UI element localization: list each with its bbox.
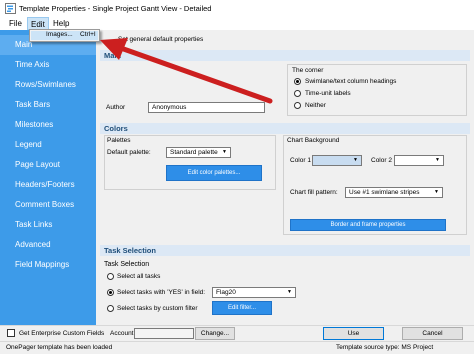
chevron-down-icon: ▼ [435,157,440,163]
status-left-text: OnePager template has been loaded [6,344,113,351]
corner-radio-swimlane[interactable] [294,78,301,85]
task-option-all: Select all tasks [117,273,161,280]
default-palette-value: Standard palette [170,149,218,156]
edit-filter-button[interactable]: Edit filter... [212,301,272,315]
task-selection-title: Task Selection [104,261,150,268]
task-field-select[interactable]: Flag20 ▼ [212,287,296,298]
color2-label: Color 2 [371,157,392,164]
sidebar: Main Time Axis Rows/Swimlanes Task Bars … [0,30,96,325]
sidebar-item-task-links[interactable]: Task Links [0,215,96,235]
status-right-text: Template source type: MS Project [336,344,434,351]
task-radio-custom-filter[interactable] [107,305,114,312]
default-palette-label: Default palette: [107,149,151,156]
app-icon [5,3,16,14]
images-menu-item-shortcut: Ctrl+I [80,31,96,38]
author-input[interactable]: Anonymous [148,102,265,113]
task-radio-yes-field[interactable] [107,289,114,296]
author-label: Author [106,104,126,111]
sidebar-item-headers-footers[interactable]: Headers/Footers [0,175,96,195]
corner-title: The corner [292,67,324,74]
chart-fill-label: Chart fill pattern: [290,189,338,196]
border-frame-properties-button[interactable]: Border and frame properties [290,219,446,231]
account-label: Account [110,330,134,337]
color1-label: Color 1 [290,157,311,164]
color1-select[interactable]: ▼ [312,155,362,166]
window-title: Template Properties - Single Project Gan… [19,4,212,13]
chart-fill-select[interactable]: Use #1 swimlane stripes ▼ [345,187,443,198]
section-header-colors: Colors [100,123,470,134]
chevron-down-icon: ▼ [287,289,292,295]
chevron-down-icon: ▼ [222,149,227,155]
palettes-title: Palettes [107,137,131,144]
task-option-yes-field: Select tasks with 'YES' in field: [117,289,206,296]
corner-option-neither: Neither [305,102,326,109]
corner-option-swimlane: Swimlane/text column headings [305,78,397,85]
sidebar-item-comment-boxes[interactable]: Comment Boxes [0,195,96,215]
use-button[interactable]: Use [323,327,384,340]
intro-text: Set general default properties [118,36,204,43]
sidebar-item-advanced[interactable]: Advanced [0,235,96,255]
sidebar-item-field-mappings[interactable]: Field Mappings [0,255,96,275]
default-palette-select[interactable]: Standard palette ▼ [166,147,231,158]
images-menu-item-label: Images... [46,31,73,38]
task-option-custom-filter: Select tasks by custom filter [117,305,198,312]
corner-option-time-unit: Time-unit labels [305,90,351,97]
task-field-value: Flag20 [216,289,236,296]
sidebar-item-legend[interactable]: Legend [0,135,96,155]
corner-radio-time-unit[interactable] [294,90,301,97]
change-button[interactable]: Change... [195,327,235,340]
sidebar-item-milestones[interactable]: Milestones [0,115,96,135]
chart-fill-value: Use #1 swimlane stripes [349,189,420,196]
chevron-down-icon: ▼ [434,189,439,195]
edit-color-palettes-button[interactable]: Edit color palettes... [166,165,262,181]
chevron-down-icon: ▼ [353,157,358,163]
color2-select[interactable]: ▼ [394,155,444,166]
enterprise-checkbox-label: Get Enterprise Custom Fields [19,330,105,337]
corner-radio-neither[interactable] [294,102,301,109]
chart-background-title: Chart Background [287,137,340,144]
account-input[interactable] [134,328,194,339]
sidebar-item-rows-swimlanes[interactable]: Rows/Swimlanes [0,75,96,95]
task-radio-all[interactable] [107,273,114,280]
sidebar-item-task-bars[interactable]: Task Bars [0,95,96,115]
menu-file[interactable]: File [6,17,25,30]
sidebar-item-page-layout[interactable]: Page Layout [0,155,96,175]
cancel-button[interactable]: Cancel [402,327,463,340]
section-header-main: Main [100,50,470,61]
enterprise-checkbox[interactable] [7,329,15,337]
section-header-task-selection: Task Selection [100,245,470,256]
sidebar-item-time-axis[interactable]: Time Axis [0,55,96,75]
edit-dropdown-menu: Images... Ctrl+I [29,29,100,42]
